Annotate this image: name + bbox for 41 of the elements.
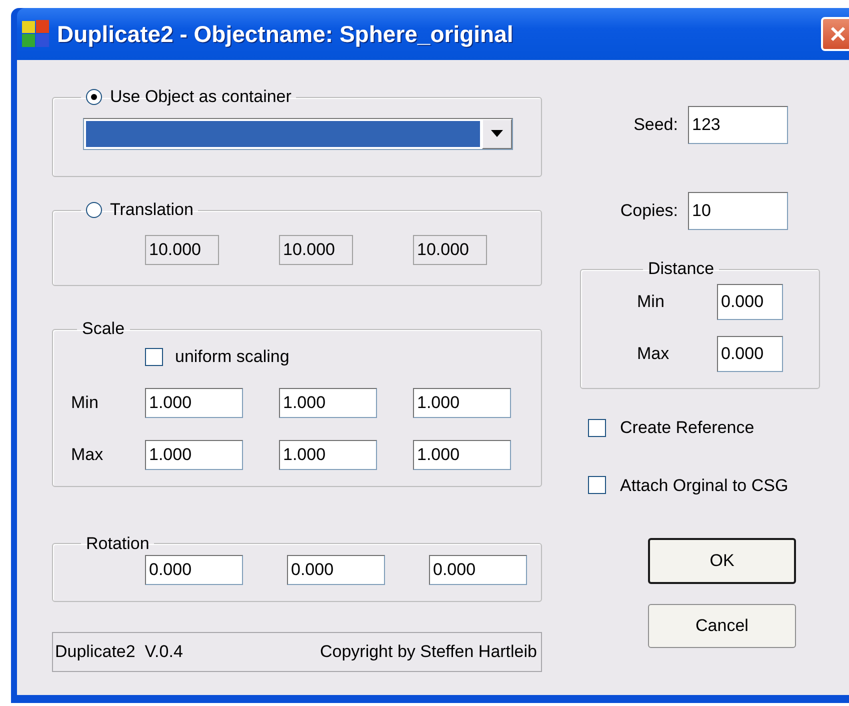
text-field[interactable]: 1.000 <box>413 388 511 418</box>
radio-label: Translation <box>110 199 194 221</box>
text-field[interactable]: 10 <box>688 192 788 230</box>
text-field[interactable]: 1.000 <box>413 440 511 470</box>
group-label: Rotation <box>86 532 150 554</box>
checkbox[interactable] <box>588 476 606 494</box>
checkbox-label: Attach Orginal to CSG <box>620 474 788 496</box>
radio-label: Use Object as container <box>110 86 292 108</box>
text-field[interactable]: 0.000 <box>717 336 783 372</box>
dialog-button[interactable]: OK <box>648 538 796 584</box>
window-title: Duplicate2 - Objectname: Sphere_original <box>57 20 514 49</box>
app-icon <box>21 19 51 49</box>
checkbox[interactable] <box>588 418 606 437</box>
checkbox[interactable] <box>145 348 163 366</box>
copyright-text: Copyright by Steffen Hartleib <box>320 640 537 663</box>
text-field[interactable]: 0.000 <box>717 284 783 320</box>
text-field[interactable]: 1.000 <box>145 440 243 470</box>
caret-icon <box>491 130 503 138</box>
field-label: Min <box>71 392 100 414</box>
field-label: Max <box>71 444 104 466</box>
field-label: Copies: <box>619 200 679 222</box>
text-field[interactable]: 0.000 <box>145 554 243 584</box>
field-label: Max <box>637 343 670 366</box>
text-field[interactable]: 0.000 <box>429 554 527 584</box>
close-icon[interactable] <box>821 17 849 51</box>
dropdown[interactable] <box>83 118 513 150</box>
checkbox-label: Create Reference <box>620 417 754 439</box>
field-label: Seed: <box>632 114 679 136</box>
text-field[interactable]: 1.000 <box>145 388 243 418</box>
radio-button[interactable] <box>86 89 102 105</box>
group-label: Scale <box>82 318 125 340</box>
dialog-button[interactable]: Cancel <box>648 604 796 648</box>
text-field[interactable]: 123 <box>688 106 788 144</box>
field-label: Min <box>637 291 666 314</box>
group-label: Distance <box>648 258 714 280</box>
text-field[interactable]: 1.000 <box>279 440 377 470</box>
text-field[interactable]: 0.000 <box>287 554 385 584</box>
text-field[interactable]: 1.000 <box>279 388 377 418</box>
radio-button[interactable] <box>86 202 102 218</box>
checkbox-label: uniform scaling <box>175 346 290 368</box>
version-text: Duplicate2 V.0.4 <box>55 640 183 663</box>
